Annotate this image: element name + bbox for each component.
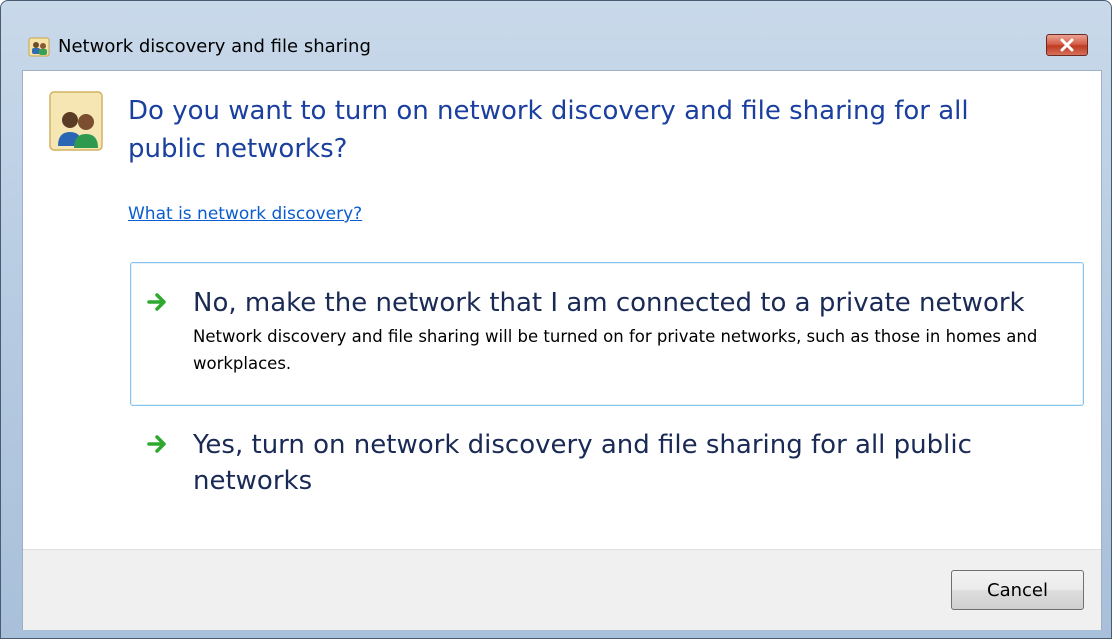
- dialog-footer: [23, 549, 1101, 630]
- network-users-icon: [28, 37, 50, 57]
- option-title: No, make the network that I am connected…: [193, 288, 1025, 318]
- help-link[interactable]: What is network discovery?: [128, 204, 362, 224]
- green-arrow-icon: [147, 435, 166, 453]
- green-arrow-icon: [147, 293, 166, 311]
- close-button[interactable]: [1046, 34, 1088, 56]
- option-title: Yes, turn on network discovery and file …: [193, 430, 972, 496]
- window-title: Network discovery and file sharing: [58, 36, 371, 57]
- title-bar[interactable]: [9, 1, 1105, 35]
- network-users-icon: [49, 91, 103, 151]
- close-icon: [1060, 38, 1074, 52]
- option-description: Network discovery and file sharing will …: [193, 327, 1038, 373]
- option-private-network[interactable]: No, make the network that I am connected…: [130, 262, 1084, 406]
- cancel-button[interactable]: Cancel: [951, 570, 1084, 610]
- option-public-networks[interactable]: Yes, turn on network discovery and file …: [130, 404, 1084, 514]
- dialog-heading: Do you want to turn on network discovery…: [128, 96, 969, 164]
